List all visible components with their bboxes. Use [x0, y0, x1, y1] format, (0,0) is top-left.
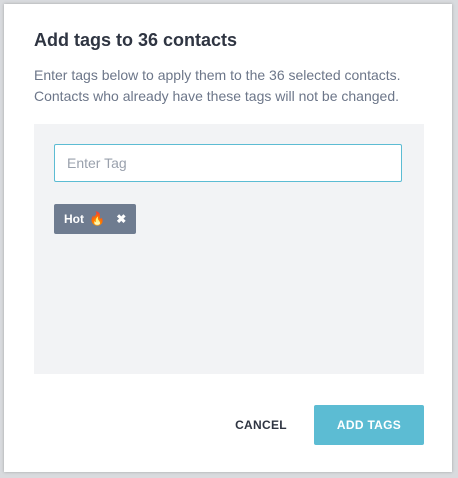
fire-emoji: 🔥: [89, 211, 106, 226]
close-icon[interactable]: ✖: [116, 213, 126, 225]
tag-input[interactable]: [54, 144, 402, 182]
add-tags-button[interactable]: ADD TAGS: [314, 405, 424, 445]
tag-chip: Hot 🔥 ✖: [54, 204, 137, 234]
tag-label: Hot: [64, 212, 84, 226]
dialog-title: Add tags to 36 contacts: [34, 30, 238, 50]
dialog-description: Enter tags below to apply them to the 36…: [34, 67, 401, 104]
cancel-button[interactable]: CANCEL: [218, 405, 304, 445]
add-tags-dialog: Add tags to 36 contacts Enter tags below…: [4, 4, 452, 472]
tag-panel: Hot 🔥 ✖: [34, 124, 424, 374]
